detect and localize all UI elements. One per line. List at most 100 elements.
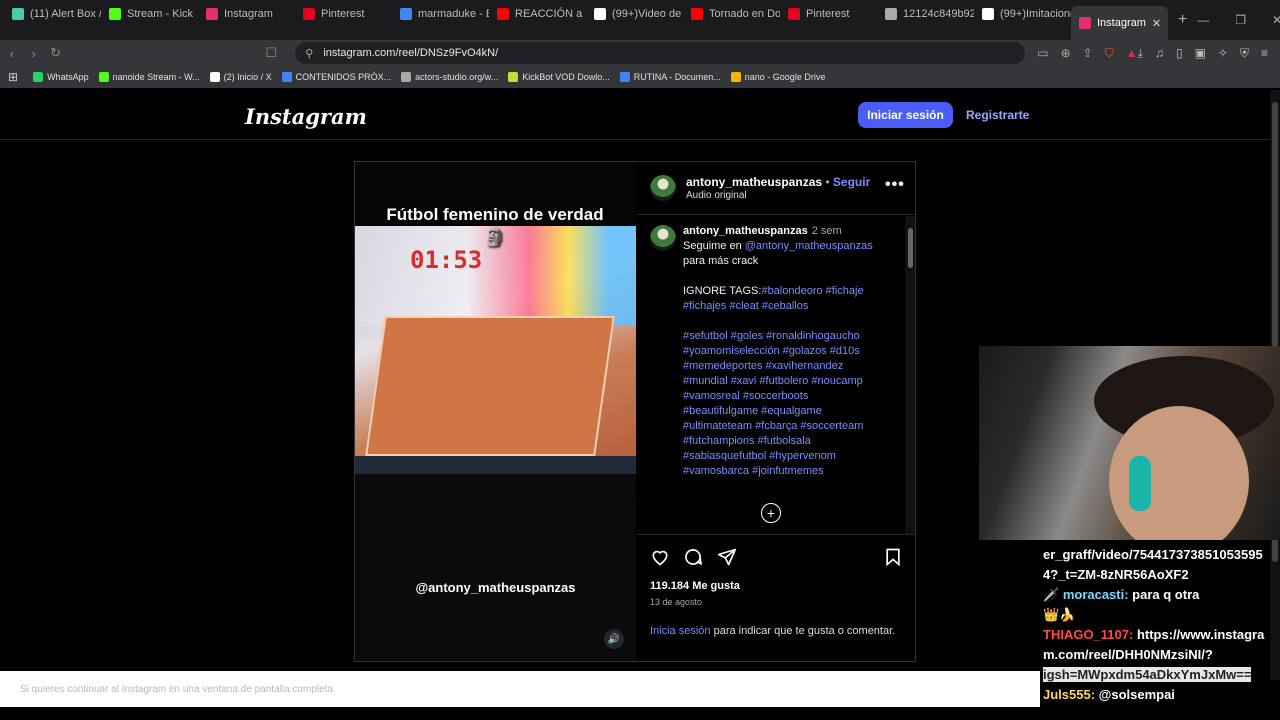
ignore-tags-2[interactable]: #fichajes #cleat #ceballos bbox=[683, 300, 808, 312]
minimize-icon[interactable]: — bbox=[1197, 13, 1209, 27]
audio-link[interactable]: Audio original bbox=[686, 190, 747, 201]
scoreboard-text: 01:53 bbox=[410, 246, 483, 274]
menu-icon[interactable]: ≡ bbox=[1261, 46, 1268, 61]
hashtag-line[interactable]: #sefutbol #goles #ronaldinhogaucho bbox=[683, 330, 860, 342]
browser-tab[interactable]: (99+)Imitacione bbox=[974, 0, 1071, 28]
tab-favicon-icon bbox=[594, 8, 606, 20]
bookmark-item[interactable]: KickBot VOD Dowlo... bbox=[503, 72, 615, 82]
browser-tab[interactable]: Pinterest bbox=[295, 0, 392, 28]
address-bar-row: ‹ › ↻ ☐ ⚲ instagram.com/reel/DNSz9FvO4kN… bbox=[0, 40, 1280, 66]
bookmark-label: nano - Google Drive bbox=[744, 72, 826, 82]
author-username[interactable]: antony_matheuspanzas bbox=[686, 175, 822, 189]
browser-tab[interactable]: Tornado en Dolo bbox=[683, 0, 780, 28]
brave-shield-icon[interactable]: ⛉ bbox=[1105, 46, 1114, 61]
tab-favicon-icon bbox=[497, 8, 509, 20]
caption-username[interactable]: antony_matheuspanzas bbox=[683, 225, 808, 237]
hashtag-line[interactable]: #vamosbarca #joinfutmemes bbox=[683, 465, 824, 477]
cast-icon[interactable]: ▭ bbox=[1037, 46, 1048, 61]
tab-title: Instagram bbox=[224, 8, 273, 20]
maximize-icon[interactable]: ❐ bbox=[1235, 13, 1246, 27]
hashtag-line[interactable]: #yoamomiselección #golazos #d10s bbox=[683, 345, 860, 357]
comment-icon[interactable] bbox=[683, 547, 703, 567]
like-icon[interactable] bbox=[650, 547, 670, 567]
more-options-icon[interactable]: ••• bbox=[885, 176, 905, 194]
browser-tab[interactable]: Stream - Kick bbox=[101, 0, 198, 28]
volume-icon[interactable]: 🔊 bbox=[604, 629, 624, 649]
chat-message: 🗡️ moracasti: para q otra bbox=[1043, 586, 1199, 604]
browser-tab[interactable]: Pinterest bbox=[780, 0, 877, 28]
video-watermark: @antony_matheuspanzas bbox=[415, 580, 576, 595]
like-count[interactable]: 119.184 Me gusta bbox=[650, 580, 740, 592]
hashtag-line[interactable]: #memedeportes #xavihernandez bbox=[683, 360, 843, 372]
sidebar-icon[interactable]: ▯ bbox=[1176, 46, 1183, 61]
caption-scrollbar[interactable] bbox=[905, 216, 915, 534]
reel-video[interactable]: 01:53 Fútbol femenino de verdad 🗿 @anton… bbox=[355, 162, 636, 661]
bookmark-item[interactable]: actors-studio.org/w... bbox=[396, 72, 503, 82]
save-icon[interactable] bbox=[883, 547, 903, 567]
hashtag-line[interactable]: #futchampions #futbolsala bbox=[683, 435, 811, 447]
close-tab-icon[interactable]: ✕ bbox=[1152, 17, 1161, 30]
leo-icon[interactable]: ✧ bbox=[1218, 46, 1228, 61]
ignore-tags-1[interactable]: #balondeoro #fichaje bbox=[761, 285, 863, 297]
bookmark-favicon-icon bbox=[281, 72, 292, 82]
bookmark-favicon-icon bbox=[209, 72, 220, 82]
bookmark-item[interactable]: CONTENIDOS PRÓX... bbox=[277, 72, 397, 82]
apps-grid-icon[interactable]: ⊞ bbox=[0, 70, 28, 84]
hashtag-line[interactable]: #vamosreal #soccerboots bbox=[683, 390, 808, 402]
vpn-icon[interactable]: ⛨ bbox=[1240, 46, 1249, 61]
login-button[interactable]: Iniciar sesión bbox=[858, 102, 953, 128]
hashtag-line[interactable]: #sabiasquefutbol #hypervenom bbox=[683, 450, 836, 462]
follow-button[interactable]: Seguir bbox=[833, 175, 870, 189]
bookmark-item[interactable]: nano - Google Drive bbox=[726, 72, 831, 82]
hashtag-line[interactable]: #ultimateteam #fcbarça #soccerteam bbox=[683, 420, 863, 432]
instagram-logo[interactable]: Instagram bbox=[245, 104, 367, 129]
reload-icon[interactable]: ↻ bbox=[46, 45, 66, 61]
register-link[interactable]: Registrarte bbox=[966, 108, 1029, 122]
caption-mention[interactable]: @antony_matheuspanzas bbox=[745, 240, 873, 252]
caption-avatar[interactable] bbox=[650, 225, 676, 251]
browser-tab[interactable]: Instagram ✕ bbox=[1071, 6, 1168, 40]
tv-bezel bbox=[355, 474, 636, 498]
browser-tab[interactable]: REACCIÓN a Lism bbox=[489, 0, 586, 28]
instagram-header: Instagram Iniciar sesión Registrarte bbox=[0, 90, 1270, 140]
rewards-icon[interactable]: ▲ bbox=[1126, 46, 1138, 61]
browser-tab[interactable]: (99+)Video de Jo bbox=[586, 0, 683, 28]
media-icon[interactable]: ♫ bbox=[1155, 46, 1164, 61]
login-prompt: Inicia sesión para indicar que te gusta … bbox=[650, 624, 900, 640]
tab-favicon-icon bbox=[691, 8, 703, 20]
chat-text: igsh=MWpxdm54aDkxYmJxMw== bbox=[1043, 667, 1252, 682]
reel-post: 01:53 Fútbol femenino de verdad 🗿 @anton… bbox=[354, 161, 916, 662]
tab-favicon-icon bbox=[400, 8, 412, 20]
bookmark-item[interactable]: RUTINA - Documen... bbox=[615, 72, 726, 82]
new-tab-button[interactable]: + bbox=[1168, 11, 1197, 29]
chat-message: igsh=MWpxdm54aDkxYmJxMw== bbox=[1043, 666, 1252, 684]
chat-username: moracasti: bbox=[1062, 587, 1129, 602]
share-icon[interactable]: ⇪ bbox=[1083, 46, 1093, 61]
browser-tab[interactable]: marmaduke - Bu bbox=[392, 0, 489, 28]
load-more-comments-icon[interactable]: + bbox=[761, 503, 781, 523]
share-post-icon[interactable] bbox=[717, 547, 737, 567]
author-avatar[interactable] bbox=[650, 175, 676, 201]
chat-message: m.com/reel/DHH0NMzsiNI/? bbox=[1043, 646, 1213, 664]
browser-tab[interactable]: 12124c849b92d3 bbox=[877, 0, 974, 28]
login-prompt-link[interactable]: Inicia sesión bbox=[650, 625, 711, 637]
browser-tab[interactable]: (11) Alert Box / St bbox=[4, 0, 101, 28]
hashtag-line[interactable]: #beautifulgame #equalgame bbox=[683, 405, 822, 417]
back-icon[interactable]: ‹ bbox=[2, 46, 22, 61]
notice-text: Si quieres continuar al Instagram en una… bbox=[20, 683, 333, 695]
chat-text: er_graff/video/754417373851053595 bbox=[1043, 547, 1263, 562]
downloads-icon[interactable]: ⤓ bbox=[1138, 46, 1143, 61]
zoom-icon[interactable]: ⊕ bbox=[1061, 46, 1071, 61]
site-info-icon[interactable]: ⚲ bbox=[305, 47, 313, 60]
hashtag-line[interactable]: #mundial #xavi #futbolero #noucamp bbox=[683, 375, 863, 387]
forward-icon[interactable]: › bbox=[24, 46, 44, 61]
bookmark-item[interactable]: WhatsApp bbox=[28, 72, 94, 82]
url-field[interactable]: ⚲ instagram.com/reel/DNSz9FvO4kN/ bbox=[295, 42, 1026, 64]
close-window-icon[interactable]: ✕ bbox=[1272, 13, 1280, 27]
bookmark-page-icon[interactable]: ☐ bbox=[261, 45, 281, 61]
wallet-icon[interactable]: ▣ bbox=[1195, 46, 1206, 61]
bookmark-item[interactable]: nanoide Stream - W... bbox=[94, 72, 205, 82]
bookmark-item[interactable]: (2) Inicio / X bbox=[205, 72, 277, 82]
caption-scrollbar-thumb[interactable] bbox=[908, 228, 913, 268]
browser-tab[interactable]: Instagram bbox=[198, 0, 295, 28]
